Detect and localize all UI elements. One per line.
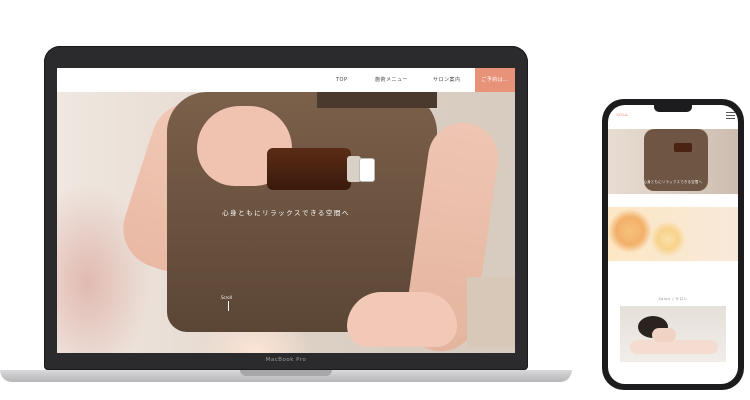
phone-notch bbox=[654, 105, 692, 112]
nav-menu-link[interactable]: 施術メニュー bbox=[375, 68, 408, 92]
hero-image bbox=[57, 92, 515, 353]
hero-apron-strap bbox=[317, 92, 437, 108]
phone-hero-tagline: 心身ともにリラックスできる空間へ bbox=[643, 180, 703, 184]
scroll-indicator-line bbox=[228, 301, 229, 311]
phone-massage-image bbox=[620, 306, 726, 362]
phone-oil-bottle-image bbox=[674, 143, 692, 152]
phone-flower-image bbox=[608, 207, 738, 261]
nav-reservation-button[interactable]: ご予約は… bbox=[475, 68, 515, 92]
phone-section-title: Salon / サロン bbox=[658, 297, 688, 301]
laptop-notch bbox=[240, 370, 332, 376]
oil-bottle-cap bbox=[359, 158, 375, 182]
hero-tagline: 心身ともにリラックスできる空間へ bbox=[222, 209, 350, 217]
phone-screen: SOLA 心身ともにリラックスできる空間へ Salon / サロン bbox=[608, 105, 738, 384]
phone-massage-body bbox=[630, 340, 718, 354]
laptop-screen: TOP 施術メニュー サロン案内 ご予約は… 心身ともにリラックスできる空間へ bbox=[57, 68, 515, 353]
phone-massage-face bbox=[652, 328, 676, 342]
nav-top-link[interactable]: TOP bbox=[336, 68, 348, 92]
phone-hero-image: 心身ともにリラックスできる空間へ bbox=[608, 129, 738, 194]
scroll-label[interactable]: Scroll bbox=[221, 295, 232, 300]
phone-logo[interactable]: SOLA bbox=[612, 110, 632, 120]
hero-towel bbox=[467, 277, 515, 347]
site-header: TOP 施術メニュー サロン案内 ご予約は… bbox=[57, 68, 515, 92]
laptop-model-label: MacBook Pro bbox=[265, 357, 307, 363]
hamburger-menu-icon[interactable] bbox=[726, 112, 735, 119]
hero-hand-open bbox=[347, 292, 457, 347]
nav-salon-link[interactable]: サロン案内 bbox=[433, 68, 461, 92]
oil-bottle-image bbox=[267, 148, 351, 190]
